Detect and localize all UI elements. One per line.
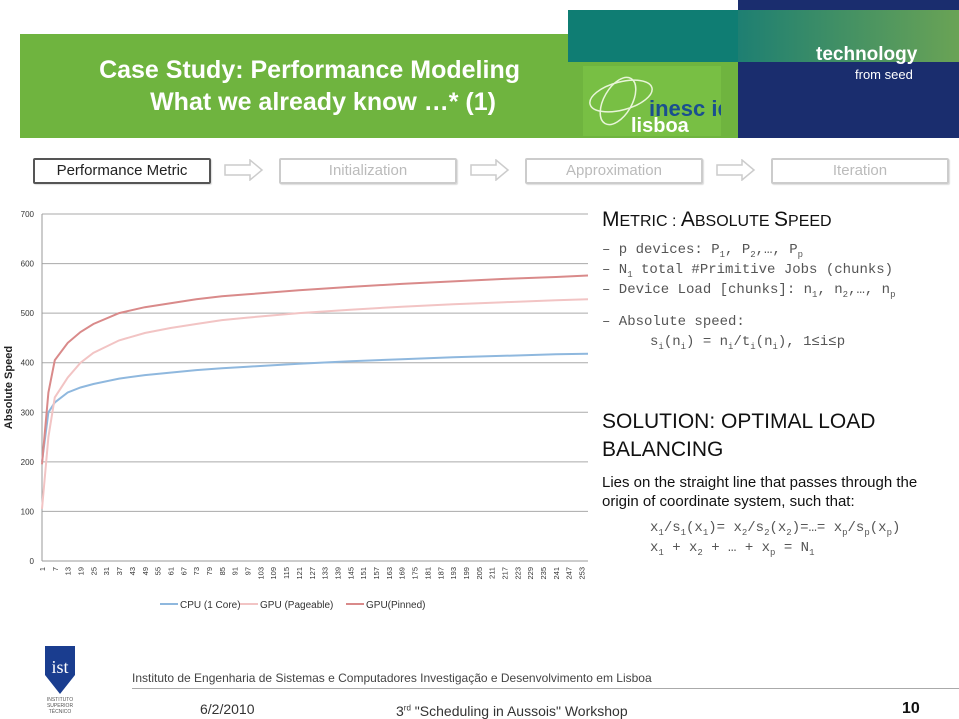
svg-text:lisboa: lisboa [631, 115, 690, 136]
x-tick-label: 163 [385, 567, 394, 580]
y-tick-label: 400 [21, 359, 35, 368]
slide-title-line1: Case Study: Performance Modeling [99, 56, 520, 84]
solution-heading: SOLUTION: OPTIMAL LOAD BALANCING [602, 410, 876, 461]
solution-eq2: x1 + x2 + … + xp = N1 [650, 540, 815, 558]
series-line-2 [41, 274, 589, 465]
series-line-1 [41, 298, 589, 509]
step-initialization[interactable]: Initialization [279, 158, 457, 184]
arrow-right-icon [470, 159, 510, 181]
step-iteration[interactable]: Iteration [771, 158, 949, 184]
y-tick-label: 200 [21, 458, 35, 467]
x-tick-label: 43 [128, 567, 137, 575]
x-tick-label: 13 [64, 567, 73, 575]
x-tick-label: 103 [256, 567, 265, 580]
x-tick-label: 229 [526, 567, 535, 580]
absolute-speed-chart: 0 100 200 300 400 500 600 700 1 7 13 19 25 31 37 43 49 55… [3, 210, 589, 611]
x-tick-label: 37 [115, 567, 124, 575]
x-tick-label: 199 [462, 567, 471, 580]
ist-logo-text: INSTITUTO SUPERIOR TÉCNICO [46, 697, 74, 715]
legend-label: GPU (Pageable) [260, 600, 333, 611]
y-tick-label: 700 [21, 210, 35, 219]
x-tick-label: 109 [269, 567, 278, 580]
tagline-main: technology [816, 44, 918, 65]
x-tick-label: 61 [166, 567, 175, 575]
x-tick-label: 55 [154, 567, 163, 575]
y-tick-label: 600 [21, 260, 35, 269]
series-line-0 [41, 352, 589, 463]
x-tick-label: 205 [475, 567, 484, 580]
page-number: 10 [902, 700, 920, 717]
y-axis-label: Absolute Speed [3, 346, 15, 429]
x-tick-label: 253 [578, 567, 587, 580]
metric-speed-formula: si(ni) = ni/ti(ni), 1≤i≤p [650, 334, 846, 352]
x-tick-label: 97 [244, 567, 253, 575]
x-tick-label: 169 [398, 567, 407, 580]
x-tick-label: 133 [321, 567, 330, 580]
metric-line-speed: – Absolute speed: [602, 314, 745, 330]
x-tick-label: 127 [308, 567, 317, 580]
x-tick-label: 1 [38, 567, 47, 571]
x-tick-label: 181 [423, 567, 432, 580]
x-tick-label: 115 [282, 567, 291, 579]
ist-shield-logo: ist [45, 646, 75, 694]
x-tick-label: 79 [205, 567, 214, 575]
y-tick-label: 100 [21, 507, 35, 516]
x-tick-label: 175 [411, 567, 420, 580]
y-tick-label: 500 [21, 309, 35, 318]
svg-text:ist: ist [51, 657, 68, 677]
x-tick-label: 85 [218, 567, 227, 575]
footer-institute: Instituto de Engenharia de Sistemas e Co… [132, 671, 652, 685]
step-performance-metric[interactable]: Performance Metric [33, 158, 211, 184]
legend-label: GPU(Pinned) [366, 600, 425, 611]
y-tick-label: 300 [21, 408, 35, 417]
metric-line-load: – Device Load [chunks]: n1, n2,…, np [602, 282, 896, 300]
x-tick-label: 121 [295, 567, 304, 580]
solution-eq1: x1/s1(x1)= x2/s2(x2)=…= xp/sp(xp) [650, 520, 901, 538]
x-tick-label: 187 [436, 567, 445, 580]
x-tick-label: 223 [513, 567, 522, 580]
x-tick-label: 211 [488, 567, 497, 579]
footer-date: 6/2/2010 [200, 701, 255, 717]
x-tick-label: 49 [141, 567, 150, 575]
slide: Case Study: Performance Modeling What we… [0, 0, 959, 719]
x-tick-label: 19 [77, 567, 86, 575]
x-tick-label: 217 [500, 567, 509, 580]
x-tick-label: 193 [449, 567, 458, 580]
footer-divider [132, 688, 959, 689]
tagline-sub: from seed [855, 67, 913, 82]
x-tick-label: 31 [102, 567, 111, 575]
y-tick-label: 0 [30, 557, 35, 566]
x-tick-label: 151 [359, 567, 368, 580]
metric-line-jobs: – N1 total #Primitive Jobs (chunks) [602, 262, 894, 280]
x-tick-label: 157 [372, 567, 381, 580]
step-approximation[interactable]: Approximation [525, 158, 703, 184]
footer-event: 3rd "Scheduling in Aussois" Workshop [396, 703, 628, 719]
x-tick-label: 91 [231, 567, 240, 575]
x-tick-label: 247 [565, 567, 574, 580]
arrow-right-icon [224, 159, 264, 181]
metric-heading: METRIC : ABSOLUTE SPEED [602, 208, 832, 231]
metric-line-devices: – p devices: P1, P2,…, Pp [602, 242, 804, 260]
legend-label: CPU (1 Core) [180, 600, 241, 611]
x-tick-label: 235 [539, 567, 548, 580]
x-tick-label: 241 [552, 567, 561, 580]
x-tick-label: 7 [51, 567, 60, 571]
arrow-right-icon [716, 159, 756, 181]
slide-title-line2: What we already know …* (1) [150, 88, 496, 116]
inesc-id-logo: inesc id lisboa [583, 66, 731, 137]
x-tick-label: 145 [346, 567, 355, 580]
x-tick-label: 139 [333, 567, 342, 580]
x-tick-label: 73 [192, 567, 201, 575]
x-tick-label: 25 [89, 567, 98, 575]
solution-text: Lies on the straight line that passes th… [602, 474, 918, 510]
x-tick-label: 67 [179, 567, 188, 575]
